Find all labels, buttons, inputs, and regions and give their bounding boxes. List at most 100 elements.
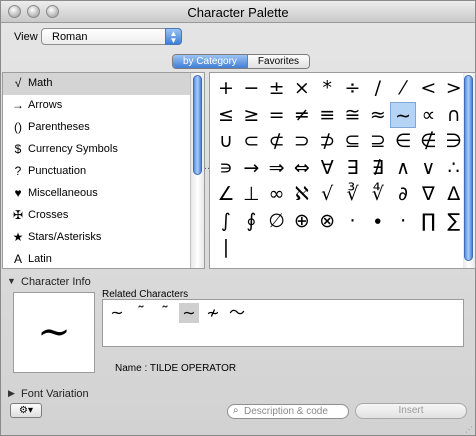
related-character[interactable]: ˜ [155,303,175,323]
glyph-cell[interactable]: ⊆ [340,128,366,154]
glyph-cell[interactable]: = [264,102,290,128]
glyph-cell[interactable]: √ [314,181,340,207]
glyph-cell[interactable]: ⊇ [365,128,391,154]
glyph-cell[interactable]: ∧ [390,155,416,181]
category-list-scrollbar[interactable] [190,73,204,268]
glyph-cell[interactable]: ∅ [264,208,290,234]
glyph-cell[interactable]: ∼ [390,101,417,128]
glyph-cell[interactable]: ∑ [441,208,463,234]
resize-grip-icon[interactable]: ⋰ [465,425,473,434]
category-item-latin[interactable]: A Latin [3,249,191,271]
category-icon: () [14,120,22,134]
glyph-cell[interactable]: − [238,75,264,101]
glyph-cell[interactable]: | [213,234,239,260]
category-item-stars-asterisks[interactable]: ★ Stars/Asterisks [3,227,191,249]
glyph-cell[interactable]: ⋅ [390,208,416,234]
glyph-cell[interactable]: ≤ [213,102,239,128]
glyph-cell[interactable]: ∀ [314,155,340,181]
glyph-cell[interactable]: ≅ [340,102,366,128]
glyph-cell[interactable]: > [441,75,463,101]
related-character[interactable]: ~ [107,303,127,323]
glyph-cell[interactable]: ∩ [441,102,463,128]
search-placeholder: Description & code [244,406,328,417]
glyph-cell[interactable]: ∝ [415,102,441,128]
glyph-grid-scrollbar[interactable] [463,72,476,269]
glyph-cell[interactable]: ∆ [441,181,463,207]
glyph-cell[interactable]: ⊃ [289,128,315,154]
glyph-cell[interactable]: ∄ [365,155,391,181]
glyph-cell[interactable]: ℵ [289,181,315,207]
glyph-cell[interactable]: ≡ [314,102,340,128]
related-character[interactable]: ˜ [131,303,151,323]
character-palette-window: Character Palette View : Roman ▲ ▼ by Cat… [0,0,476,436]
glyph-cell[interactable]: ≈ [365,102,391,128]
glyph-cell[interactable]: ⊄ [264,128,290,154]
category-label: Crosses [28,209,69,221]
glyph-cell[interactable]: ⁄ [390,75,416,101]
glyph-cell[interactable]: · [340,208,366,234]
glyph-cell[interactable]: < [415,75,441,101]
glyph-cell[interactable]: ⊅ [314,128,340,154]
glyph-grid-scroll-thumb[interactable] [464,75,473,261]
category-label: Arrows [28,99,63,111]
glyph-cell[interactable]: → [238,155,264,181]
glyph-cell[interactable]: ∠ [213,181,239,207]
category-item-parentheses[interactable]: () Parentheses [3,117,191,139]
glyph-cell[interactable]: ∙ [365,208,391,234]
glyph-cell[interactable]: ∜ [365,181,391,207]
glyph-cell[interactable]: ∃ [340,155,366,181]
related-character[interactable]: 〜 [227,303,247,323]
window-title: Character Palette [187,5,289,20]
related-character[interactable]: ∼ [179,303,199,323]
category-icon: → [12,98,24,112]
glyph-cell[interactable]: ∮ [238,208,264,234]
glyph-cell[interactable]: ∇ [415,181,441,207]
glyph-cell[interactable]: ⊕ [289,208,315,234]
category-item-crosses[interactable]: ✠ Crosses [3,205,191,227]
category-list-scroll-thumb[interactable] [193,75,202,175]
glyph-cell[interactable]: ∪ [213,128,239,154]
glyph-cell[interactable]: ∂ [390,181,416,207]
category-item-currency-symbols[interactable]: $ Currency Symbols [3,139,191,161]
view-select[interactable]: Roman ▲ ▼ [41,28,182,45]
glyph-cell[interactable]: ≠ [289,102,315,128]
glyph-cell[interactable]: ∏ [415,208,441,234]
category-icon: $ [14,142,22,156]
glyph-cell[interactable]: / [365,75,391,101]
glyph-cell[interactable]: ⊗ [314,208,340,234]
glyph-cell[interactable]: ∈ [390,128,416,154]
glyph-cell[interactable]: ⊂ [238,128,264,154]
tab-by-category[interactable]: by Category [173,55,247,68]
disclosure-closed-icon[interactable]: ▶ [8,388,15,399]
glyph-cell[interactable]: ± [264,75,290,101]
search-input[interactable]: ⌕ Description & code [227,404,349,419]
glyph-cell[interactable]: ⇔ [289,155,315,181]
glyph-cell[interactable]: * [314,75,340,101]
category-item-punctuation[interactable]: ? Punctuation [3,161,191,183]
gear-menu-button[interactable]: ⚙▾ [10,403,42,418]
disclosure-open-icon[interactable]: ▼ [7,276,16,286]
glyph-cell[interactable]: ∉ [415,128,441,154]
glyph-cell[interactable]: ∴ [441,155,463,181]
category-label: Currency Symbols [28,143,118,155]
glyph-cell[interactable]: ⇒ [264,155,290,181]
chevron-updown-icon: ▲ ▼ [165,28,182,45]
glyph-cell[interactable]: ∋ [441,128,463,154]
insert-button[interactable]: Insert [355,403,467,419]
glyph-cell[interactable]: ∨ [415,155,441,181]
category-item-arrows[interactable]: → Arrows [3,95,191,117]
glyph-cell[interactable]: × [289,75,315,101]
glyph-cell[interactable]: ∞ [264,181,290,207]
tab-favorites[interactable]: Favorites [246,55,310,68]
glyph-cell[interactable]: + [213,75,239,101]
glyph-cell[interactable]: ⊥ [238,181,264,207]
glyph-cell[interactable]: ∛ [340,181,366,207]
category-item-miscellaneous[interactable]: ♥ Miscellaneous [3,183,191,205]
related-character[interactable]: ≁ [203,303,223,323]
glyph-cell[interactable]: ∫ [213,208,239,234]
glyph-cell[interactable]: ∍ [213,155,239,181]
glyph-cell[interactable]: ≥ [238,102,264,128]
category-item-math[interactable]: √ Math [3,73,191,95]
category-label: Punctuation [28,165,87,177]
glyph-cell[interactable]: ÷ [340,75,366,101]
